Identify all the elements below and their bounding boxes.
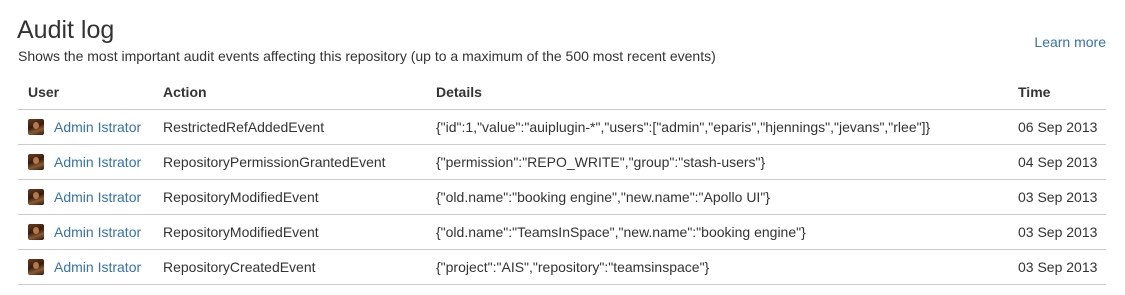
table-row: Admin Istrator RestrictedRefAddedEvent {… (18, 109, 1106, 145)
user-cell: Admin Istrator (18, 144, 153, 180)
action-cell: RepositoryCreatedEvent (153, 249, 426, 285)
learn-more-link[interactable]: Learn more (1034, 33, 1106, 51)
user-avatar-icon[interactable] (28, 154, 44, 170)
user-cell: Admin Istrator (18, 214, 153, 250)
action-cell: RestrictedRefAddedEvent (153, 109, 426, 145)
user-cell: Admin Istrator (18, 109, 153, 145)
user-link[interactable]: Admin Istrator (54, 154, 141, 170)
time-cell: 06 Sep 2013 (1008, 109, 1106, 145)
user-cell: Admin Istrator (18, 179, 153, 215)
user-link[interactable]: Admin Istrator (54, 119, 141, 135)
user-avatar-icon[interactable] (28, 259, 44, 275)
user-link[interactable]: Admin Istrator (54, 189, 141, 205)
time-cell: 03 Sep 2013 (1008, 179, 1106, 215)
time-cell: 04 Sep 2013 (1008, 144, 1106, 180)
user-avatar-icon[interactable] (28, 119, 44, 135)
column-header-action: Action (153, 75, 426, 110)
column-header-time: Time (1008, 75, 1106, 110)
page-title: Audit log (17, 16, 115, 44)
table-row: Admin Istrator RepositoryModifiedEvent {… (18, 214, 1106, 250)
page-description: Shows the most important audit events af… (18, 48, 716, 64)
user-cell: Admin Istrator (18, 249, 153, 285)
table-row: Admin Istrator RepositoryCreatedEvent {"… (18, 249, 1106, 285)
user-avatar-icon[interactable] (28, 189, 44, 205)
details-cell: {"project":"AIS","repository":"teamsinsp… (426, 249, 1008, 285)
audit-log-page: Audit log Shows the most important audit… (0, 0, 1125, 295)
column-header-user: User (18, 75, 153, 110)
action-cell: RepositoryModifiedEvent (153, 214, 426, 250)
user-avatar-icon[interactable] (28, 224, 44, 240)
user-link[interactable]: Admin Istrator (54, 224, 141, 240)
time-cell: 03 Sep 2013 (1008, 214, 1106, 250)
details-cell: {"old.name":"booking engine","new.name":… (426, 179, 1008, 215)
table-row: Admin Istrator RepositoryPermissionGrant… (18, 144, 1106, 180)
details-cell: {"id":1,"value":"auiplugin-*","users":["… (426, 109, 1008, 145)
time-cell: 03 Sep 2013 (1008, 249, 1106, 285)
user-link[interactable]: Admin Istrator (54, 259, 141, 275)
details-cell: {"old.name":"TeamsInSpace","new.name":"b… (426, 214, 1008, 250)
table-row: Admin Istrator RepositoryModifiedEvent {… (18, 179, 1106, 215)
action-cell: RepositoryPermissionGrantedEvent (153, 144, 426, 180)
audit-log-table: User Action Details Time Admin Istrator … (18, 75, 1106, 285)
table-header-row: User Action Details Time (18, 75, 1106, 110)
details-cell: {"permission":"REPO_WRITE","group":"stas… (426, 144, 1008, 180)
action-cell: RepositoryModifiedEvent (153, 179, 426, 215)
column-header-details: Details (426, 75, 1008, 110)
